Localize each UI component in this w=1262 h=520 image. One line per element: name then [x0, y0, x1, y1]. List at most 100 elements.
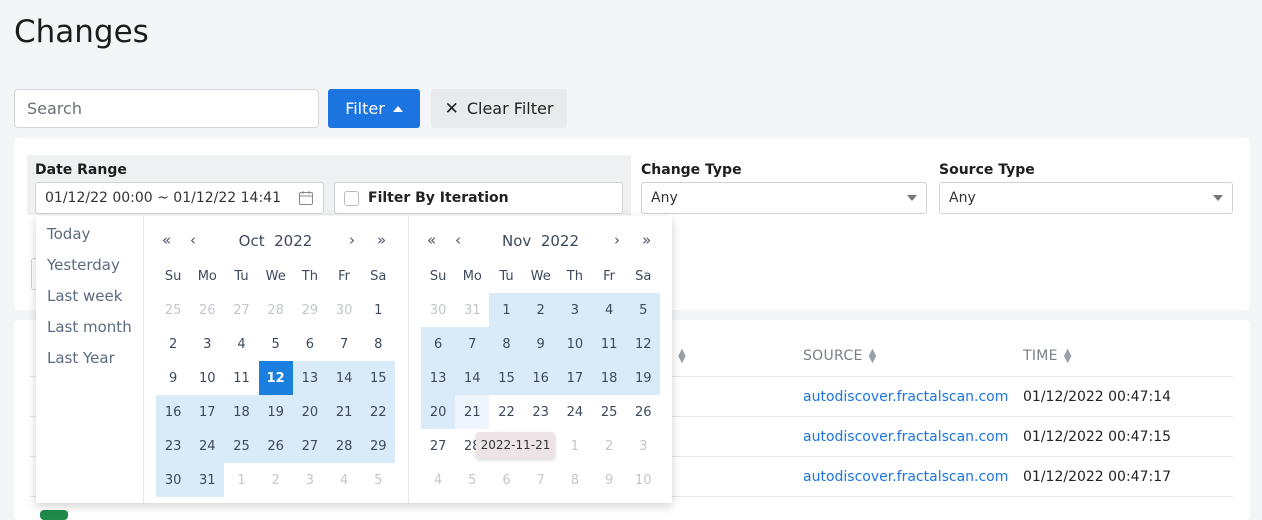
iteration-checkbox[interactable]: [344, 190, 359, 206]
day-cell[interactable]: 8: [489, 327, 524, 361]
day-cell[interactable]: 11: [592, 327, 627, 361]
day-cell[interactable]: 17: [190, 395, 225, 429]
day-cell[interactable]: 27: [421, 429, 455, 463]
day-cell[interactable]: 31: [190, 463, 225, 497]
day-cell[interactable]: 10: [557, 327, 592, 361]
day-cell[interactable]: 24: [558, 395, 592, 429]
source-type-select[interactable]: Any: [939, 182, 1233, 214]
day-cell[interactable]: 30: [156, 463, 191, 497]
day-cell[interactable]: 8: [361, 327, 395, 361]
shortcut-last-year[interactable]: Last Year: [47, 349, 115, 367]
day-cell[interactable]: 28: [327, 429, 362, 463]
day-cell[interactable]: 5: [361, 463, 395, 497]
day-cell[interactable]: 13: [421, 361, 456, 395]
day-cell[interactable]: 5: [455, 463, 489, 497]
day-cell[interactable]: 24: [190, 429, 225, 463]
day-cell[interactable]: 31: [455, 293, 489, 327]
day-cell[interactable]: 5: [259, 327, 293, 361]
day-cell[interactable]: 18: [592, 361, 627, 395]
day-cell[interactable]: 18: [224, 395, 259, 429]
day-cell[interactable]: 16: [156, 395, 191, 429]
date-range-input[interactable]: 01/12/22 00:00 ~ 01/12/22 14:41: [35, 182, 324, 214]
day-cell[interactable]: 23: [156, 429, 191, 463]
day-cell[interactable]: 9: [156, 361, 190, 395]
column-header-time[interactable]: TIME ▲ ▼: [1023, 348, 1072, 365]
column-header-source[interactable]: SOURCE ▲ ▼: [803, 348, 877, 365]
day-cell[interactable]: 27: [292, 429, 327, 463]
day-cell[interactable]: 20: [292, 395, 327, 429]
day-cell[interactable]: 1: [558, 429, 592, 463]
day-cell[interactable]: 21: [327, 395, 362, 429]
day-cell[interactable]: 14: [455, 361, 490, 395]
day-cell[interactable]: 9: [523, 327, 558, 361]
day-cell[interactable]: 4: [421, 463, 455, 497]
day-cell[interactable]: 4: [592, 293, 627, 327]
source-type-value: Any: [949, 190, 976, 206]
day-cell[interactable]: 26: [626, 395, 660, 429]
day-cell[interactable]: 22: [361, 395, 396, 429]
filter-by-iteration[interactable]: Filter By Iteration: [334, 182, 623, 214]
day-cell[interactable]: 25: [156, 293, 190, 327]
day-cell[interactable]: 5: [626, 293, 661, 327]
day-cell[interactable]: 7: [327, 327, 361, 361]
day-cell[interactable]: 29: [361, 429, 396, 463]
day-cell[interactable]: 10: [190, 361, 224, 395]
day-cell[interactable]: 3: [293, 463, 327, 497]
day-cell[interactable]: 1: [224, 463, 258, 497]
day-cell[interactable]: 11: [224, 361, 258, 395]
day-cell[interactable]: 15: [361, 361, 396, 395]
day-cell[interactable]: 6: [421, 327, 456, 361]
day-cell[interactable]: 14: [327, 361, 362, 395]
day-cell[interactable]: 7: [524, 463, 558, 497]
day-cell[interactable]: 13: [292, 361, 327, 395]
day-cell[interactable]: 21: [455, 395, 490, 429]
day-cell[interactable]: 19: [626, 361, 661, 395]
shortcut-last-week[interactable]: Last week: [47, 287, 122, 305]
day-cell[interactable]: 26: [258, 429, 293, 463]
shortcut-today[interactable]: Today: [47, 225, 90, 243]
day-cell[interactable]: 26: [190, 293, 224, 327]
change-type-select[interactable]: Any: [641, 182, 927, 214]
shortcut-last-month[interactable]: Last month: [47, 318, 132, 336]
day-cell[interactable]: 12: [626, 327, 661, 361]
day-cell[interactable]: 16: [523, 361, 558, 395]
day-cell[interactable]: 6: [489, 463, 523, 497]
day-cell[interactable]: 19: [258, 395, 293, 429]
day-cell[interactable]: 1: [361, 293, 395, 327]
day-cell[interactable]: 25: [592, 395, 626, 429]
day-cell[interactable]: 30: [421, 293, 455, 327]
day-cell[interactable]: 30: [327, 293, 361, 327]
day-cell[interactable]: 29: [293, 293, 327, 327]
day-cell[interactable]: 2: [156, 327, 190, 361]
day-cell[interactable]: 23: [524, 395, 558, 429]
day-cell[interactable]: 28: [259, 293, 293, 327]
search-input[interactable]: [14, 89, 319, 128]
day-cell[interactable]: 2: [592, 429, 626, 463]
day-cell[interactable]: 4: [327, 463, 361, 497]
day-cell[interactable]: 2: [259, 463, 293, 497]
day-cell[interactable]: 15: [489, 361, 524, 395]
day-cell[interactable]: 12: [258, 361, 293, 395]
day-cell[interactable]: 20: [421, 395, 456, 429]
day-cell[interactable]: 6: [293, 327, 327, 361]
clear-filter-button[interactable]: ✕ Clear Filter: [431, 89, 567, 128]
day-cell[interactable]: 1: [489, 293, 524, 327]
source-link[interactable]: autodiscover.fractalscan.com: [803, 389, 1008, 405]
day-cell[interactable]: 7: [455, 327, 490, 361]
day-cell[interactable]: 25: [224, 429, 259, 463]
filter-button[interactable]: Filter: [328, 89, 420, 128]
day-cell[interactable]: 17: [557, 361, 592, 395]
day-cell[interactable]: 8: [558, 463, 592, 497]
day-cell[interactable]: 3: [626, 429, 660, 463]
day-cell[interactable]: 10: [626, 463, 660, 497]
day-cell[interactable]: 9: [592, 463, 626, 497]
day-cell[interactable]: 3: [190, 327, 224, 361]
day-cell[interactable]: 22: [489, 395, 523, 429]
shortcut-yesterday[interactable]: Yesterday: [47, 256, 120, 274]
day-cell[interactable]: 4: [224, 327, 258, 361]
source-link[interactable]: autodiscover.fractalscan.com: [803, 469, 1008, 485]
day-cell[interactable]: 27: [224, 293, 258, 327]
source-link[interactable]: autodiscover.fractalscan.com: [803, 429, 1008, 445]
day-cell[interactable]: 3: [557, 293, 592, 327]
day-cell[interactable]: 2: [523, 293, 558, 327]
